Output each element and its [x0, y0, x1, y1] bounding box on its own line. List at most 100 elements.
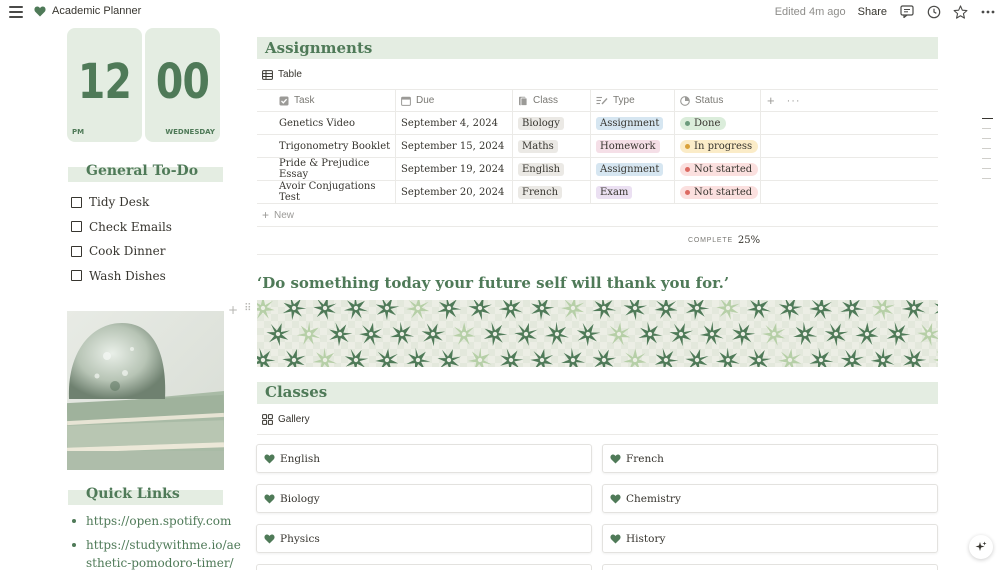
status-dot — [685, 143, 690, 149]
cell-task[interactable]: Trigonometry Booklet — [257, 135, 396, 157]
assignments-table: Task Due Class Type Status + ··· Genetic… — [257, 89, 938, 255]
todo-item[interactable]: Tidy Desk — [71, 190, 172, 215]
page-title: Academic Planner — [52, 5, 142, 17]
class-tag: Biology — [518, 116, 564, 130]
add-column-icon[interactable]: + — [767, 93, 775, 108]
cell-due[interactable]: September 15, 2024 — [396, 135, 513, 157]
toc-marker[interactable] — [982, 138, 991, 139]
ai-assistant-button[interactable] — [969, 535, 993, 559]
clock-history-icon[interactable] — [926, 4, 941, 19]
table-row[interactable]: Genetics Video September 4, 2024 Biology… — [257, 112, 938, 135]
class-card-partial[interactable] — [256, 564, 592, 570]
cell-class[interactable]: Maths — [513, 135, 591, 157]
cell-status[interactable]: In progress — [675, 135, 761, 157]
calc-value: 25% — [737, 235, 761, 246]
todo-item[interactable]: Cook Dinner — [71, 239, 172, 264]
card-title: History — [626, 532, 666, 545]
column-header-status[interactable]: Status — [675, 90, 761, 111]
table-row[interactable]: Pride & Prejudice Essay September 19, 20… — [257, 158, 938, 181]
new-row-button[interactable]: + New — [257, 204, 938, 227]
todo-label: Wash Dishes — [89, 268, 166, 283]
cell-class[interactable]: English — [513, 158, 591, 180]
cell-task[interactable]: Avoir Conjugations Test — [257, 181, 396, 203]
cell-empty — [761, 158, 938, 180]
class-card-french[interactable]: French — [602, 444, 938, 473]
toc-marker[interactable] — [982, 118, 993, 119]
class-card-biology[interactable]: Biology — [256, 484, 592, 513]
view-tab-table[interactable]: Table — [262, 69, 302, 80]
calculation-row[interactable]: COMPLETE 25% — [257, 227, 938, 255]
table-row[interactable]: Avoir Conjugations Test September 20, 20… — [257, 181, 938, 204]
cell-due[interactable]: September 4, 2024 — [396, 112, 513, 134]
column-header-due[interactable]: Due — [396, 90, 513, 111]
assignments-heading: Assignments — [265, 39, 373, 57]
heart-icon — [610, 493, 621, 504]
column-header-type[interactable]: Type — [591, 90, 675, 111]
cell-empty — [761, 181, 938, 203]
column-label: Due — [416, 95, 435, 106]
cell-type[interactable]: Homework — [591, 135, 675, 157]
class-card-english[interactable]: English — [256, 444, 592, 473]
cell-type[interactable]: Assignment — [591, 158, 675, 180]
breadcrumb[interactable]: Academic Planner — [34, 5, 141, 17]
menu-icon[interactable] — [9, 6, 23, 18]
column-label: Task — [294, 95, 315, 106]
checkbox[interactable] — [71, 196, 82, 208]
cell-task[interactable]: Pride & Prejudice Essay — [257, 158, 396, 180]
cell-due[interactable]: September 20, 2024 — [396, 181, 513, 203]
cell-status[interactable]: Not started — [675, 158, 761, 180]
select-icon — [596, 96, 608, 105]
toc-marker[interactable] — [982, 178, 991, 179]
add-block-icon[interactable]: + — [228, 303, 238, 317]
cell-type[interactable]: Exam — [591, 181, 675, 203]
cell-class[interactable]: French — [513, 181, 591, 203]
more-icon[interactable] — [980, 4, 995, 19]
view-tab-label: Table — [278, 69, 302, 80]
column-header-task[interactable]: Task — [257, 90, 396, 111]
class-card-partial[interactable] — [602, 564, 938, 570]
type-tag: Exam — [596, 185, 633, 199]
link-text-line: sthetic-pomodoro-timer/ — [86, 556, 234, 570]
todo-list: Tidy Desk Check Emails Cook Dinner Wash … — [71, 190, 172, 288]
cell-type[interactable]: Assignment — [591, 112, 675, 134]
star-icon[interactable] — [953, 4, 968, 19]
checkbox[interactable] — [71, 245, 82, 257]
checkbox[interactable] — [71, 270, 82, 282]
cell-status[interactable]: Not started — [675, 181, 761, 203]
link-spotify[interactable]: https://open.spotify.com — [86, 512, 231, 530]
column-actions: + ··· — [761, 90, 938, 111]
share-button[interactable]: Share — [858, 6, 887, 18]
toc-marker[interactable] — [982, 128, 991, 129]
table-of-contents-rail[interactable] — [982, 118, 993, 188]
checkbox-icon — [279, 96, 289, 105]
column-label: Status — [695, 95, 724, 106]
class-card-chemistry[interactable]: Chemistry — [602, 484, 938, 513]
cell-due[interactable]: September 19, 2024 — [396, 158, 513, 180]
column-header-class[interactable]: Class — [513, 90, 591, 111]
link-studywithme[interactable]: https://studywithme.io/ae sthetic-pomodor… — [86, 536, 241, 570]
drag-handle-icon[interactable]: ⠿ — [244, 303, 251, 317]
class-card-physics[interactable]: Physics — [256, 524, 592, 553]
toc-marker[interactable] — [982, 148, 991, 149]
type-tag: Homework — [596, 139, 660, 153]
more-icon[interactable]: ··· — [787, 95, 801, 107]
todo-item[interactable]: Check Emails — [71, 215, 172, 240]
class-tag: English — [518, 162, 565, 176]
toc-marker[interactable] — [982, 168, 991, 169]
cell-task[interactable]: Genetics Video — [257, 112, 396, 134]
todo-item[interactable]: Wash Dishes — [71, 264, 172, 289]
checkbox[interactable] — [71, 221, 82, 233]
clock-minute: 00 — [155, 54, 210, 110]
status-label: Done — [694, 117, 721, 129]
comment-icon[interactable] — [899, 4, 914, 19]
toc-marker[interactable] — [982, 158, 991, 159]
class-card-history[interactable]: History — [602, 524, 938, 553]
cell-class[interactable]: Biology — [513, 112, 591, 134]
cell-status[interactable]: Done — [675, 112, 761, 134]
view-tab-gallery[interactable]: Gallery — [262, 414, 310, 425]
status-badge: In progress — [680, 139, 759, 153]
class-tag: Maths — [518, 139, 558, 153]
status-label: Not started — [694, 186, 753, 198]
link-text-line: https://studywithme.io/ae — [86, 538, 241, 552]
table-row[interactable]: Trigonometry Booklet September 15, 2024 … — [257, 135, 938, 158]
